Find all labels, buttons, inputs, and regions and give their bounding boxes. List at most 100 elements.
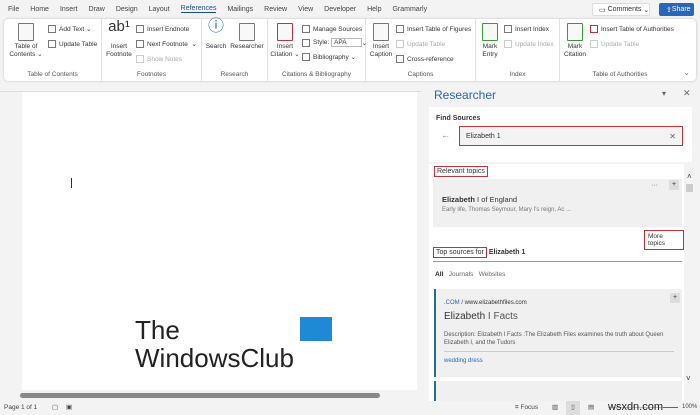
site-watermark: wsxdn.com	[608, 401, 664, 413]
more-options-icon[interactable]: ···	[651, 182, 658, 189]
insert-citation-button[interactable]: Insert Citation ⌄	[270, 23, 300, 59]
add-source-icon[interactable]: +	[670, 293, 680, 303]
tab-draw[interactable]: Draw	[88, 6, 104, 13]
back-arrow-icon[interactable]: ←	[441, 130, 450, 140]
scrollbar-thumb[interactable]	[20, 393, 380, 398]
print-layout-icon[interactable]: ▯	[566, 401, 580, 415]
group-index: Mark Entry Insert Index Update Index Ind…	[476, 19, 560, 81]
scroll-up-icon[interactable]: ˄	[687, 172, 692, 181]
source-card[interactable]: + .COM / www.elizabethfiles.com Elizabet…	[434, 289, 682, 377]
read-mode-icon[interactable]: ▥	[552, 403, 558, 411]
insert-endnote-button[interactable]: Insert Endnote	[136, 25, 189, 33]
more-topics-button[interactable]: More topics	[644, 230, 684, 250]
show-notes-button[interactable]: Show Notes	[136, 55, 182, 63]
bibliography-button[interactable]: Bibliography ⌄	[302, 53, 356, 61]
update-table-button[interactable]: Update Table	[48, 40, 97, 48]
status-bar: Page 1 of 1 ▢ ▣ ⌗ Focus ▥ ▯ ▤ wsxdn.com …	[0, 401, 700, 415]
vertical-ruler	[0, 92, 14, 390]
mark-entry-icon	[482, 23, 498, 41]
manage-sources-button[interactable]: Manage Sources	[302, 25, 362, 33]
mark-citation-button[interactable]: Mark Citation	[562, 23, 588, 59]
clear-search-icon[interactable]: ✕	[669, 132, 676, 141]
tab-view[interactable]: View	[298, 6, 313, 13]
text-cursor	[71, 178, 72, 188]
footnote-icon: ab¹	[108, 18, 130, 35]
table-of-contents-button[interactable]: Table of Contents ⌄	[8, 23, 44, 59]
tab-layout[interactable]: Layout	[149, 6, 170, 13]
web-layout-icon[interactable]: ▤	[588, 403, 594, 411]
update-table-figures-button[interactable]: Update Table	[396, 40, 445, 48]
pane-scrollbar-thumb[interactable]	[686, 184, 693, 192]
collapse-ribbon-icon[interactable]: ⌄	[683, 68, 690, 77]
researcher-pane: Researcher ▾ ✕ Find Sources ← Elizabeth …	[425, 84, 700, 401]
group-toc: Table of Contents ⌄ Add Text ⌄ Update Ta…	[4, 19, 102, 81]
cross-reference-button[interactable]: Cross-reference	[396, 55, 454, 63]
researcher-button[interactable]: Researcher	[229, 23, 265, 51]
topic-card[interactable]: ··· + Elizabeth I of England Early life,…	[433, 179, 682, 227]
group-authorities: Mark Citation Insert Table of Authoritie…	[560, 19, 680, 81]
top-sources-heading: Top sources for Elizabeth 1	[433, 247, 682, 262]
comments-button[interactable]: ▭ Comments ⌄	[592, 3, 650, 16]
researcher-icon	[239, 23, 255, 41]
add-topic-icon[interactable]: +	[669, 180, 679, 190]
next-footnote-button[interactable]: Next Footnote ⌄	[136, 40, 197, 48]
insert-table-of-figures-button[interactable]: Insert Table of Figures	[396, 25, 471, 33]
close-icon[interactable]: ✕	[683, 88, 691, 99]
update-table-authorities-button[interactable]: Update Table	[590, 40, 639, 48]
group-footnotes: ab¹ Insert Footnote Insert Endnote Next F…	[102, 19, 202, 81]
insert-footnote-button[interactable]: ab¹ Insert Footnote	[104, 18, 134, 59]
update-icon	[48, 40, 56, 48]
share-button[interactable]: ⇪ Share	[659, 3, 694, 16]
horizontal-ruler	[0, 83, 422, 92]
relevant-topics-heading: Relevant topics	[434, 166, 488, 177]
tab-file[interactable]: File	[8, 6, 19, 13]
style-select[interactable]: Style: APA ⌄	[302, 38, 367, 47]
ribbon: Table of Contents ⌄ Add Text ⌄ Update Ta…	[4, 19, 696, 81]
watermark-logo-icon	[300, 317, 332, 341]
group-captions: Insert Caption Insert Table of Figures U…	[366, 19, 476, 81]
filter-tabs: All Journals Websites	[435, 271, 505, 278]
tab-help[interactable]: Help	[367, 6, 381, 13]
page-count[interactable]: Page 1 of 1	[4, 404, 37, 411]
zoom-level[interactable]: 100%	[682, 404, 697, 410]
tab-home[interactable]: Home	[30, 6, 49, 13]
update-index-button[interactable]: Update Index	[504, 40, 554, 48]
pane-options-icon[interactable]: ▾	[662, 89, 666, 98]
results-list: Relevant topics ··· + Elizabeth I of Eng…	[429, 164, 684, 401]
proofing-icon[interactable]: ▢	[52, 403, 58, 411]
find-sources-box: Find Sources ← Elizabeth 1 ✕	[429, 107, 692, 162]
filter-websites[interactable]: Websites	[479, 271, 506, 278]
tab-developer[interactable]: Developer	[324, 6, 356, 13]
comment-icon: ▭	[599, 6, 608, 14]
mark-entry-button[interactable]: Mark Entry	[478, 23, 502, 59]
search-icon: ⓘ	[207, 18, 224, 35]
tab-insert[interactable]: Insert	[60, 6, 78, 13]
source-card-2[interactable]	[434, 381, 682, 401]
mark-citation-icon	[567, 23, 583, 41]
insert-table-of-authorities-button[interactable]: Insert Table of Authorities	[590, 25, 674, 33]
tab-references[interactable]: References	[180, 5, 217, 13]
accessibility-icon[interactable]: ▣	[66, 403, 72, 411]
filter-all[interactable]: All	[435, 271, 443, 278]
add-text-icon	[48, 25, 56, 33]
pane-title: Researcher	[434, 88, 497, 102]
toc-icon	[18, 23, 34, 41]
tab-grammarly[interactable]: Grammarly	[392, 6, 427, 13]
add-text-button[interactable]: Add Text ⌄	[48, 25, 91, 33]
watermark-logo: The WindowsClub	[135, 315, 294, 373]
scroll-down-icon[interactable]: ˅	[686, 374, 691, 383]
caption-icon	[373, 23, 389, 41]
tab-design[interactable]: Design	[116, 6, 138, 13]
group-citations: Insert Citation ⌄ Manage Sources Style: …	[268, 19, 367, 81]
focus-button[interactable]: ⌗ Focus	[515, 404, 538, 412]
insert-caption-button[interactable]: Insert Caption	[368, 23, 394, 59]
tab-review[interactable]: Review	[264, 6, 287, 13]
document-page[interactable]: The WindowsClub	[22, 92, 417, 390]
citation-icon	[277, 23, 293, 41]
tab-mailings[interactable]: Mailings	[227, 6, 253, 13]
source-tag-link[interactable]: wedding dress	[444, 358, 483, 364]
insert-index-button[interactable]: Insert Index	[504, 25, 549, 33]
search-input[interactable]: Elizabeth 1 ✕	[459, 126, 683, 146]
filter-journals[interactable]: Journals	[449, 271, 474, 278]
search-button[interactable]: ⓘ Search	[204, 18, 228, 51]
